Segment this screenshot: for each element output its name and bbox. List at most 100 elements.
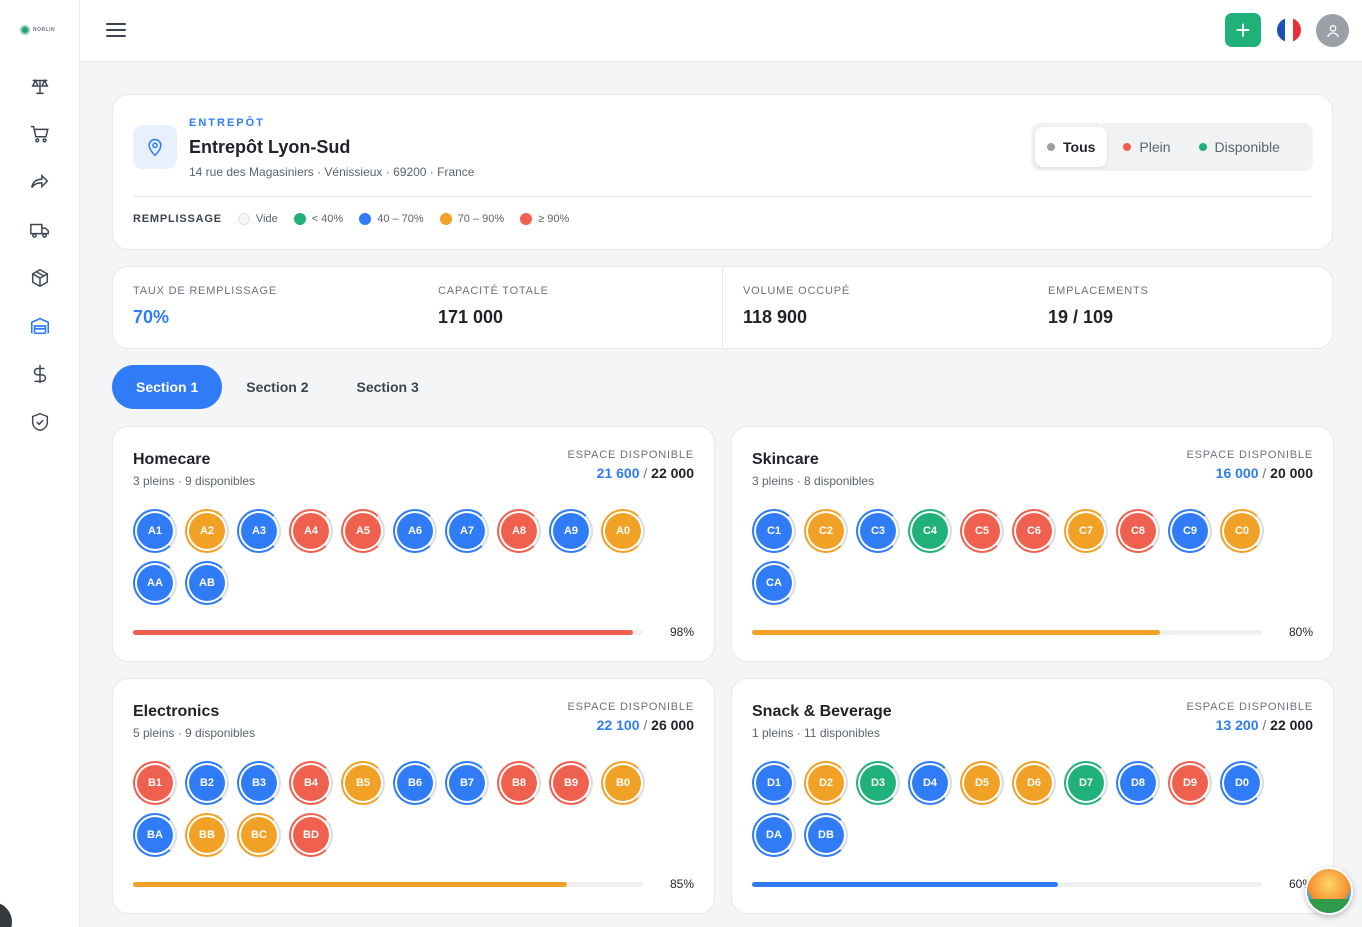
slot-button[interactable]: A2 — [185, 509, 229, 553]
slot-label: C6 — [1016, 513, 1052, 549]
slot-button[interactable]: A7 — [445, 509, 489, 553]
slot-button[interactable]: BA — [133, 813, 177, 857]
slot-button[interactable]: DB — [804, 813, 848, 857]
slot-button[interactable]: D2 — [804, 761, 848, 805]
space-label: ESPACE DISPONIBLE — [1186, 449, 1313, 461]
slot-label: AA — [137, 565, 173, 601]
slot-button[interactable]: B8 — [497, 761, 541, 805]
slot-button[interactable]: D8 — [1116, 761, 1160, 805]
slot-button[interactable]: A8 — [497, 509, 541, 553]
slot-button[interactable]: D1 — [752, 761, 796, 805]
user-avatar[interactable] — [1316, 14, 1349, 47]
slot-label: C5 — [964, 513, 1000, 549]
slot-button[interactable]: BC — [237, 813, 281, 857]
tab-section-2[interactable]: Section 2 — [222, 365, 332, 409]
slot-label: D2 — [808, 765, 844, 801]
slot-button[interactable]: D7 — [1064, 761, 1108, 805]
slot-label: C3 — [860, 513, 896, 549]
fill-bar — [752, 882, 1262, 887]
slot-button[interactable]: C3 — [856, 509, 900, 553]
language-flag-icon[interactable] — [1277, 18, 1301, 42]
tab-section-1[interactable]: Section 1 — [112, 365, 223, 409]
slot-label: A6 — [397, 513, 433, 549]
slot-label: B9 — [553, 765, 589, 801]
slot-button[interactable]: A9 — [549, 509, 593, 553]
section-title: Electronics — [133, 703, 220, 720]
slot-button[interactable]: D3 — [856, 761, 900, 805]
slot-button[interactable]: D0 — [1220, 761, 1264, 805]
nav-dollar-icon[interactable] — [28, 362, 52, 386]
slot-button[interactable]: C6 — [1012, 509, 1056, 553]
slot-button[interactable]: C4 — [908, 509, 952, 553]
add-button[interactable]: + — [1225, 13, 1261, 47]
slot-button[interactable]: B7 — [445, 761, 489, 805]
filter-all[interactable]: Tous — [1035, 127, 1108, 167]
nav-cart-icon[interactable] — [28, 122, 52, 146]
filter-full-label: Plein — [1139, 139, 1171, 155]
slot-button[interactable]: B9 — [549, 761, 593, 805]
slot-button[interactable]: D6 — [1012, 761, 1056, 805]
slot-button[interactable]: A5 — [341, 509, 385, 553]
assistant-bubble-icon[interactable] — [1305, 867, 1353, 915]
slot-label: A7 — [449, 513, 485, 549]
slot-button[interactable]: AB — [185, 561, 229, 605]
menu-icon[interactable] — [106, 20, 126, 40]
slot-label: A3 — [241, 513, 277, 549]
filter-all-label: Tous — [1063, 139, 1096, 155]
filter-full[interactable]: Plein — [1111, 127, 1182, 167]
slot-label: B5 — [345, 765, 381, 801]
slot-button[interactable]: A1 — [133, 509, 177, 553]
tab-section-3[interactable]: Section 3 — [333, 365, 443, 409]
slot-button[interactable]: C1 — [752, 509, 796, 553]
slot-button[interactable]: A3 — [237, 509, 281, 553]
slot-button[interactable]: B1 — [133, 761, 177, 805]
slot-label: BA — [137, 817, 173, 853]
fill-percent: 80% — [1288, 625, 1313, 639]
space-total: 22 000 — [1270, 717, 1313, 733]
stats-card: TAUX DE REMPLISSAGE 70% CAPACITÉ TOTALE … — [112, 266, 1333, 349]
slot-button[interactable]: DA — [752, 813, 796, 857]
space-separator: / — [1258, 717, 1271, 733]
slot-button[interactable]: BB — [185, 813, 229, 857]
slot-label: D5 — [964, 765, 1000, 801]
slot-button[interactable]: D5 — [960, 761, 1004, 805]
slot-button[interactable]: D4 — [908, 761, 952, 805]
app-logo[interactable]: NORLIN — [20, 24, 55, 36]
section-subtitle: 3 pleins · 8 disponibles — [752, 474, 875, 488]
nav-forward-icon[interactable] — [28, 170, 52, 194]
slot-button[interactable]: C0 — [1220, 509, 1264, 553]
section-card: Homecare 3 pleins · 9 disponibles ESPACE D… — [112, 426, 715, 662]
nav-shield-icon[interactable] — [28, 410, 52, 434]
warehouse-address: 14 rue des Magasiniers · Vénissieux · 69… — [189, 165, 475, 179]
space-available: 13 200 — [1215, 717, 1259, 733]
slot-button[interactable]: B6 — [393, 761, 437, 805]
slot-button[interactable]: CA — [752, 561, 796, 605]
section-title: Homecare — [133, 451, 211, 468]
slot-button[interactable]: C7 — [1064, 509, 1108, 553]
slot-button[interactable]: C8 — [1116, 509, 1160, 553]
nav-truck-icon[interactable] — [28, 218, 52, 242]
slot-button[interactable]: C5 — [960, 509, 1004, 553]
slot-button[interactable]: C2 — [804, 509, 848, 553]
slot-button[interactable]: B2 — [185, 761, 229, 805]
stat-value: 70% — [133, 307, 170, 327]
slot-button[interactable]: B4 — [289, 761, 333, 805]
slot-button[interactable]: A6 — [393, 509, 437, 553]
slot-button[interactable]: B0 — [601, 761, 645, 805]
filter-available[interactable]: Disponible — [1187, 127, 1292, 167]
slot-button[interactable]: AA — [133, 561, 177, 605]
slot-button[interactable]: BD — [289, 813, 333, 857]
space-label: ESPACE DISPONIBLE — [1186, 701, 1313, 713]
nav-dashboard-icon[interactable] — [28, 74, 52, 98]
space-separator: / — [639, 717, 652, 733]
slot-button[interactable]: B5 — [341, 761, 385, 805]
logo-text: NORLIN — [33, 27, 56, 33]
slot-button[interactable]: A4 — [289, 509, 333, 553]
slot-button[interactable]: D9 — [1168, 761, 1212, 805]
slot-button[interactable]: A0 — [601, 509, 645, 553]
slot-button[interactable]: C9 — [1168, 509, 1212, 553]
space-available: 16 000 — [1215, 465, 1259, 481]
nav-box-icon[interactable] — [28, 266, 52, 290]
nav-warehouse-icon[interactable] — [28, 314, 52, 338]
slot-button[interactable]: B3 — [237, 761, 281, 805]
